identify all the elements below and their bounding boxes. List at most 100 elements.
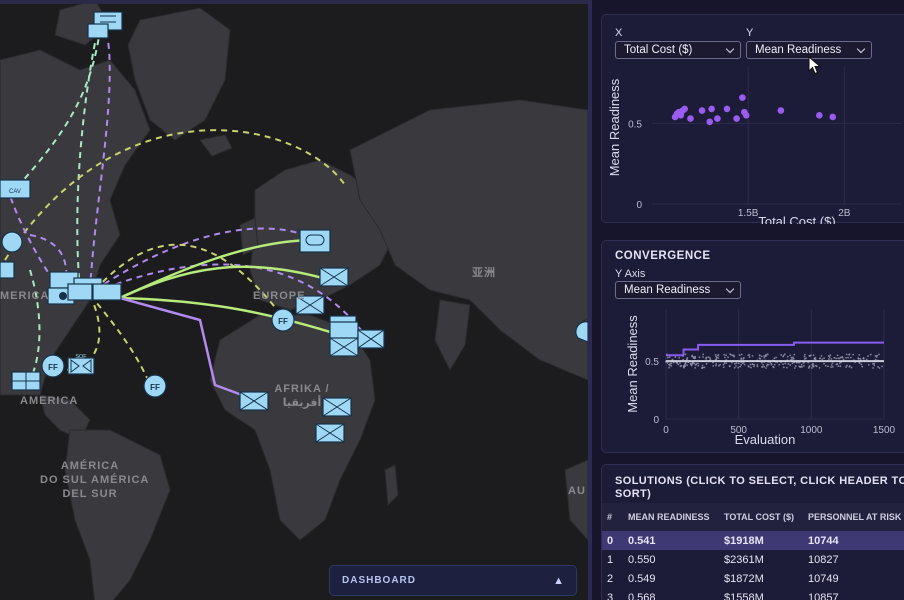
evaluation-point [852,353,855,356]
evaluation-point [827,355,830,357]
solutions-card: SOLUTIONS (CLICK TO SELECT, CLICK HEADER… [601,464,904,600]
evaluation-point [677,363,680,366]
evaluation-point [695,363,698,365]
evaluation-point [808,355,811,357]
evaluation-point [735,364,737,367]
evaluation-point [836,363,839,366]
evaluation-point [792,357,795,360]
evaluation-point [751,363,754,366]
convergence-plot[interactable]: 0 500 1000 150000.5EvaluationMean Readiness [602,301,902,451]
x-tick-label: 0 [663,425,669,436]
evaluation-point [691,355,693,358]
world-map[interactable]: CAV SOF FF FF FF AMERICA AMÉRICA DO SUL … [0,0,588,600]
evaluation-point [793,367,796,369]
evaluation-point [865,358,868,361]
y-axis-title: Mean Readiness [625,315,640,413]
evaluation-point [869,353,872,356]
map-label-africa: AFRIKA / أفريقيا [274,383,330,409]
evaluation-point [773,357,776,360]
column-header-index[interactable]: # [602,503,624,531]
column-header-personnel-at-risk[interactable]: PERSONNEL AT RISK [804,503,904,531]
evaluation-point [763,356,766,359]
evaluation-point [724,356,726,359]
evaluation-point [812,365,815,368]
evaluation-point [827,365,829,368]
evaluation-point [725,362,728,365]
y-tick-label: 0 [653,415,659,426]
table-row[interactable]: 3 0.568 $1558M 10857 [602,588,904,600]
cell-personnel: 10857 [808,591,839,600]
table-row[interactable]: 2 0.549 $1872M 10749 [602,569,904,588]
cell-personnel: 10827 [808,553,839,566]
evaluation-point [765,367,767,369]
evaluation-point [723,353,726,356]
evaluation-point [715,363,718,365]
evaluation-point [689,362,692,365]
evaluation-point [738,354,741,357]
scatter-point [706,118,713,126]
x-field-label: X [615,27,623,39]
evaluation-point [838,362,841,365]
evaluation-point [821,358,824,361]
x-axis-title: Total Cost ($) [758,214,835,224]
evaluation-point [805,357,807,360]
column-header-mean-readiness[interactable]: MEAN READINESS [624,503,720,531]
evaluation-point [839,365,842,368]
y-tick-label: 0 [636,200,642,211]
evaluation-point [761,365,764,368]
evaluation-point [737,362,740,365]
scatter-point [816,112,823,119]
table-row[interactable]: 0 0.541 $1918M 10744 [602,531,904,550]
evaluation-point [838,357,841,360]
cell-personnel: 10749 [808,572,839,585]
convergence-y-select-value: Mean Readiness [624,284,711,296]
map-label-europe: EUROPE [253,290,306,302]
y-tick-label: 0.5 [628,119,642,130]
evaluation-point [845,366,847,368]
cell-index: 0 [602,531,624,550]
evaluation-point [679,365,682,368]
dashboard-panel: X Y Total Cost ($) Mean Readiness 1.5B 2B… [592,0,904,600]
y-axis-select-value: Mean Readiness [755,44,842,56]
cell-personnel: 10744 [804,531,904,550]
scatter-point [733,115,740,122]
evaluation-point [818,366,821,369]
evaluation-point [850,356,852,359]
x-axis-select-value: Total Cost ($) [624,44,693,56]
chevron-down-icon [725,44,735,54]
evaluation-point [787,363,790,365]
evaluation-point [733,362,736,365]
evaluation-point [860,363,863,366]
column-header-total-cost[interactable]: TOTAL COST ($) [720,503,804,531]
evaluation-point [702,353,705,356]
evaluation-point [707,356,710,358]
evaluation-point [697,364,700,367]
evaluation-point [684,353,687,356]
y-axis-field-label: Y Axis [615,268,646,280]
evaluation-point [766,353,769,356]
evaluation-point [836,354,839,357]
x-axis-select[interactable]: Total Cost ($) [615,41,741,59]
evaluation-point [742,358,745,360]
evaluation-point [878,367,881,369]
evaluation-point [818,357,821,360]
table-row[interactable]: 1 0.550 $2361M 10827 [602,550,904,569]
evaluation-point [693,357,696,360]
dashboard-toggle-button[interactable]: DASHBOARD ▲ [329,565,577,596]
evaluation-point [701,367,704,369]
evaluation-point [737,366,739,369]
evaluation-point [714,354,717,356]
evaluation-point [831,362,834,365]
evaluation-point [715,364,717,367]
scatter-plot[interactable]: 1.5B 2B 0 0.5 Total Cost ($) Mean Readiness [602,59,902,224]
evaluation-point [728,364,731,367]
dashboard-label: DASHBOARD [342,575,416,586]
convergence-y-select[interactable]: Mean Readiness [615,281,741,299]
evaluation-point [824,364,827,367]
evaluation-point [740,357,743,360]
evaluation-point [723,362,726,364]
cell-index: 2 [607,572,614,585]
scatter-point [742,112,750,119]
evaluation-point [733,354,735,357]
evaluation-point [846,364,848,367]
